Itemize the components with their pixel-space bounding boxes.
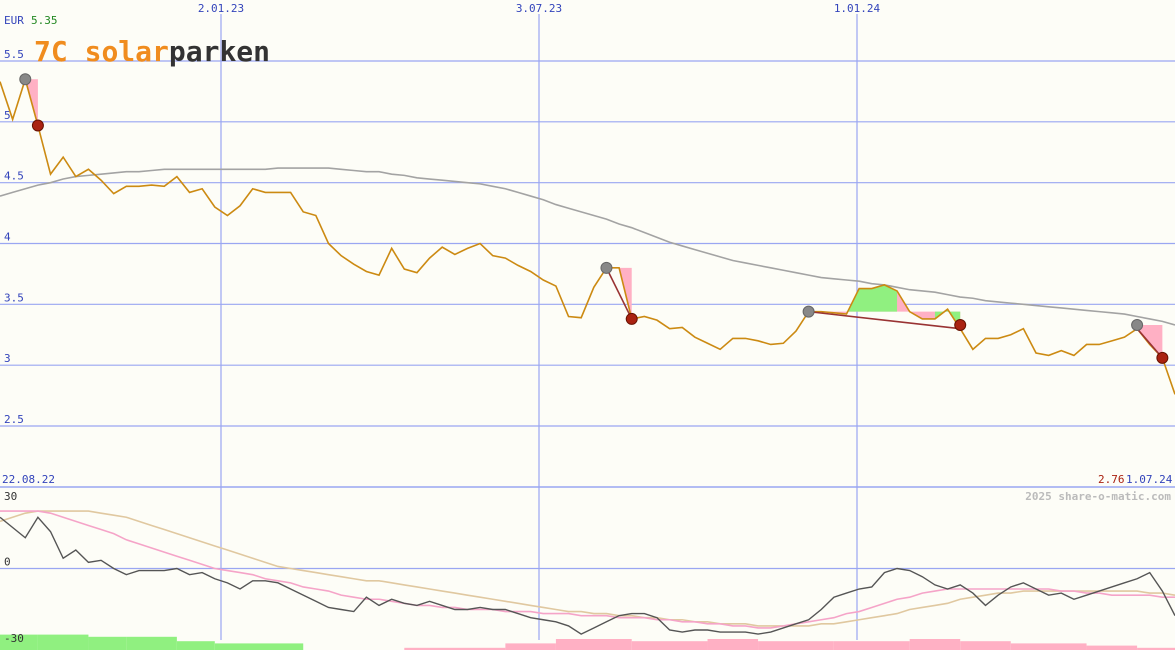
signal-fast-line bbox=[0, 510, 1175, 629]
histogram-bar-negative bbox=[1086, 645, 1138, 650]
ytick-label-osc: -30 bbox=[4, 632, 24, 645]
oscillator-line bbox=[0, 516, 1175, 635]
company-logo: 7C solarparken bbox=[34, 35, 270, 68]
high-marker bbox=[600, 261, 613, 274]
ytick-label-main: 4.5 bbox=[4, 170, 24, 183]
histogram-bar-negative bbox=[1010, 643, 1087, 650]
ytick-label-main: 3 bbox=[4, 352, 11, 365]
high-marker bbox=[1131, 319, 1144, 332]
ytick-label-osc: 0 bbox=[4, 556, 11, 569]
marker-layer bbox=[19, 73, 1169, 364]
logo-prefix: 7C bbox=[34, 35, 85, 68]
start-date-label: 22.08.22 bbox=[2, 473, 55, 486]
high-marker bbox=[19, 73, 32, 86]
low-marker bbox=[954, 319, 967, 332]
logo-s: s bbox=[85, 35, 102, 68]
low-marker bbox=[31, 119, 44, 132]
chart-container: 2.5 3 3.5 4 4.5 5 5.5 30 0 -30 2.01.23 3.07.23 1.01.… bbox=[0, 0, 1175, 650]
logo-lar: lar bbox=[118, 35, 169, 68]
price-line bbox=[0, 76, 1175, 395]
low-marker bbox=[1156, 351, 1169, 364]
histogram-bar-negative bbox=[631, 641, 708, 650]
xtick-label: 2.01.23 bbox=[198, 2, 244, 15]
logo-parken: parken bbox=[169, 35, 270, 68]
high-marker bbox=[802, 305, 815, 318]
histogram-bar-positive bbox=[126, 636, 177, 650]
currency-label: EUR bbox=[4, 14, 24, 27]
histogram-bar-negative bbox=[707, 639, 759, 650]
logo-o: o bbox=[101, 35, 118, 68]
last-value-label: 5.35 bbox=[31, 14, 58, 27]
ytick-label-main: 2.5 bbox=[4, 413, 24, 426]
ytick-label-main: 3.5 bbox=[4, 291, 24, 304]
histogram-bar-positive bbox=[37, 634, 89, 650]
grid-layer bbox=[0, 14, 1175, 640]
copyright-label: 2025 share-o-matic.com bbox=[1025, 490, 1171, 503]
histogram-bar-negative bbox=[505, 643, 556, 650]
tick-label-layer: 2.5 3 3.5 4 4.5 5 5.5 30 0 -30 2.01.23 3.07.23 1.01.… bbox=[4, 2, 881, 645]
end-date-label: 1.07.24 bbox=[1126, 473, 1173, 486]
histogram-bar-positive bbox=[214, 643, 304, 650]
histogram-bar-positive bbox=[88, 636, 127, 650]
ytick-label-main: 4 bbox=[4, 231, 11, 244]
low-marker bbox=[625, 312, 638, 325]
histogram-bar-positive bbox=[176, 641, 215, 650]
histogram-bar-negative bbox=[758, 641, 834, 650]
ytick-label-main: 5 bbox=[4, 109, 11, 122]
end-value-label: 2.76 bbox=[1098, 473, 1125, 486]
histogram-bar-negative bbox=[833, 641, 910, 650]
ytick-label-osc: 30 bbox=[4, 490, 17, 503]
xtick-label: 3.07.23 bbox=[516, 2, 562, 15]
histogram-bar-negative bbox=[909, 639, 961, 650]
stock-chart: 2.5 3 3.5 4 4.5 5 5.5 30 0 -30 2.01.23 3.07.23 1.01.… bbox=[0, 2, 1175, 650]
histogram-bar-negative bbox=[960, 641, 1011, 650]
ytick-label-main: 5.5 bbox=[4, 48, 24, 61]
gain-loss-regions bbox=[25, 79, 1163, 358]
histogram-bar-negative bbox=[555, 639, 632, 650]
xtick-label: 1.01.24 bbox=[834, 2, 881, 15]
